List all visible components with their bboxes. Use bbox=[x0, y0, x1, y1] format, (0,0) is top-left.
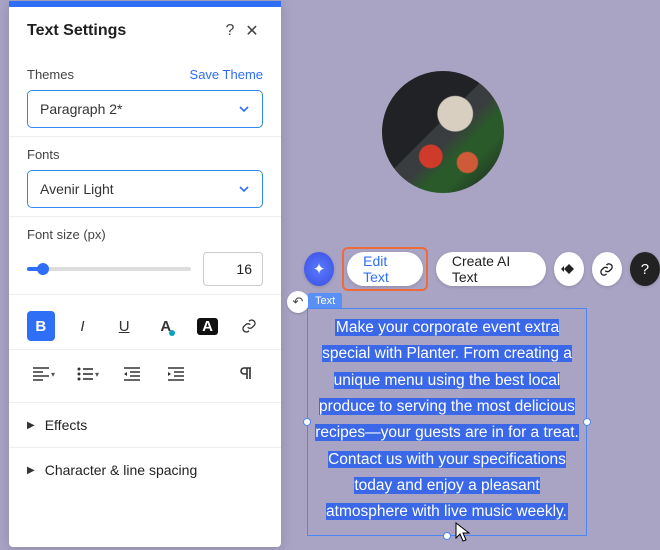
resize-handle-right[interactable] bbox=[583, 418, 591, 426]
fontsize-section: Font size (px) bbox=[9, 216, 281, 294]
align-button[interactable]: ▾ bbox=[27, 360, 61, 388]
element-type-tag: Text bbox=[308, 293, 342, 309]
question-icon: ? bbox=[641, 261, 649, 278]
profile-image[interactable] bbox=[382, 71, 504, 193]
panel-header: Text Settings ? ✕ bbox=[9, 7, 281, 57]
effects-label: Effects bbox=[45, 417, 88, 433]
list-icon bbox=[77, 367, 93, 381]
fonts-select[interactable]: Avenir Light bbox=[27, 170, 263, 208]
link-icon bbox=[599, 262, 614, 277]
underline-button[interactable]: U bbox=[110, 311, 138, 341]
slider-thumb[interactable] bbox=[37, 263, 49, 275]
chevron-down-icon: ▾ bbox=[51, 370, 55, 379]
list-button[interactable]: ▾ bbox=[71, 360, 105, 388]
selected-text[interactable]: Make your corporate event extra special … bbox=[315, 319, 579, 520]
triangle-right-icon: ▶ bbox=[27, 465, 35, 476]
undo-icon: ↶ bbox=[293, 294, 304, 310]
resize-handle-left[interactable] bbox=[303, 418, 311, 426]
themes-label: Themes bbox=[27, 67, 190, 82]
edit-text-highlight: Edit Text bbox=[342, 247, 428, 291]
format-row-1: B I U A A bbox=[9, 294, 281, 349]
text-content[interactable]: Make your corporate event extra special … bbox=[308, 309, 586, 532]
create-ai-text-button[interactable]: Create AI Text bbox=[436, 252, 546, 286]
undo-button[interactable]: ↶ bbox=[287, 291, 309, 313]
highlight-button[interactable]: A bbox=[194, 311, 222, 341]
effects-row[interactable]: ▶ Effects bbox=[9, 402, 281, 447]
text-color-icon: A bbox=[160, 318, 171, 335]
text-settings-panel: Text Settings ? ✕ Themes Save Theme Para… bbox=[9, 1, 281, 547]
sparkle-icon: ✦ bbox=[313, 260, 326, 278]
animations-button[interactable] bbox=[554, 252, 584, 286]
chevron-down-icon: ▾ bbox=[95, 370, 99, 379]
char-spacing-row[interactable]: ▶ Character & line spacing bbox=[9, 447, 281, 492]
edit-text-button[interactable]: Edit Text bbox=[347, 252, 423, 286]
chevron-down-icon bbox=[238, 183, 250, 195]
save-theme-link[interactable]: Save Theme bbox=[190, 67, 263, 82]
help-circle-button[interactable]: ? bbox=[630, 252, 660, 286]
fontsize-label: Font size (px) bbox=[27, 227, 263, 242]
chevron-down-icon bbox=[238, 103, 250, 115]
themes-value: Paragraph 2* bbox=[40, 101, 123, 117]
text-element-frame[interactable]: Make your corporate event extra special … bbox=[307, 308, 587, 536]
themes-section: Themes Save Theme Paragraph 2* bbox=[9, 57, 281, 136]
indent-increase-icon bbox=[168, 367, 184, 381]
link-icon bbox=[241, 318, 257, 334]
italic-button[interactable]: I bbox=[69, 311, 97, 341]
fontsize-slider[interactable] bbox=[27, 267, 191, 271]
text-color-button[interactable]: A bbox=[152, 311, 180, 341]
indent-decrease-icon bbox=[124, 367, 140, 381]
highlight-icon: A bbox=[197, 318, 218, 335]
resize-handle-bottom[interactable] bbox=[443, 532, 451, 540]
indent-decrease-button[interactable] bbox=[115, 360, 149, 388]
triangle-right-icon: ▶ bbox=[27, 420, 35, 431]
fonts-section: Fonts Avenir Light bbox=[9, 136, 281, 216]
themes-select[interactable]: Paragraph 2* bbox=[27, 90, 263, 128]
link-button[interactable] bbox=[235, 311, 263, 341]
fonts-value: Avenir Light bbox=[40, 181, 114, 197]
element-toolbar: ✦ Edit Text Create AI Text ? bbox=[304, 247, 660, 291]
animations-icon bbox=[561, 261, 577, 277]
char-spacing-label: Character & line spacing bbox=[45, 462, 198, 478]
close-button[interactable]: ✕ bbox=[241, 21, 263, 41]
link-circle-button[interactable] bbox=[592, 252, 622, 286]
fontsize-input[interactable] bbox=[203, 252, 263, 286]
ai-sparkle-button[interactable]: ✦ bbox=[304, 252, 334, 286]
indent-increase-button[interactable] bbox=[159, 360, 193, 388]
text-direction-icon bbox=[238, 366, 254, 382]
align-icon bbox=[33, 367, 49, 381]
panel-title: Text Settings bbox=[27, 22, 219, 40]
format-row-2: ▾ ▾ bbox=[9, 349, 281, 402]
fonts-label: Fonts bbox=[27, 147, 263, 162]
help-button[interactable]: ? bbox=[219, 22, 241, 40]
bold-button[interactable]: B bbox=[27, 311, 55, 341]
text-direction-button[interactable] bbox=[229, 360, 263, 388]
